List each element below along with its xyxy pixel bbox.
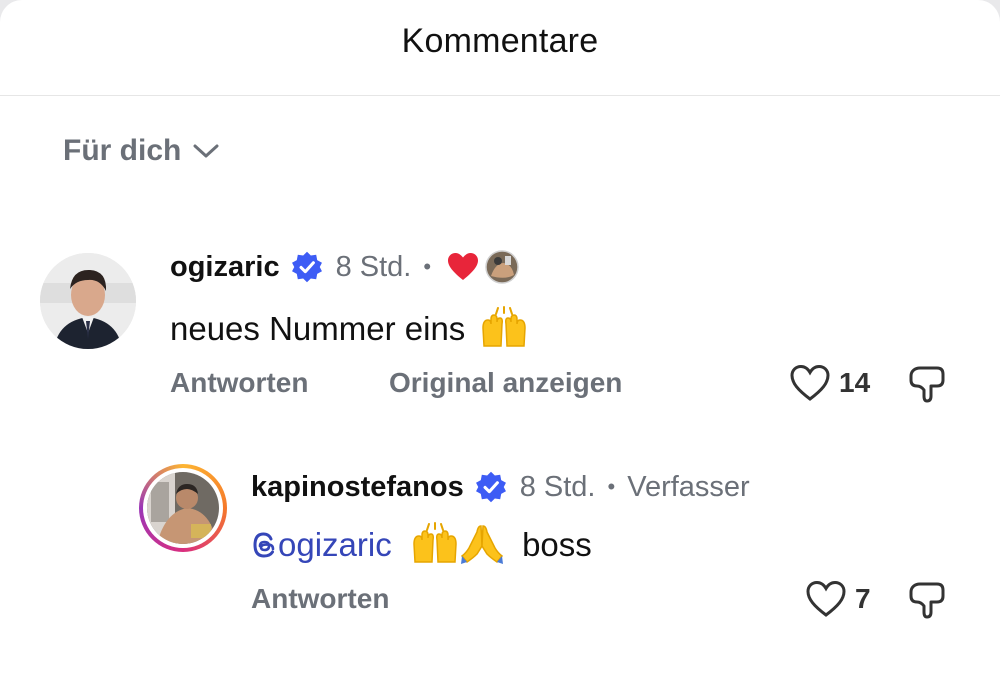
reply-header: kapinostefanos 8 Std. • Verfasser [251, 470, 750, 504]
dislike-icon [909, 582, 945, 619]
like-count: 14 [839, 367, 871, 398]
sort-filter-label: Für dich [63, 134, 182, 167]
verified-badge-icon [291, 251, 322, 283]
threads-at-icon [253, 532, 275, 558]
folded-hands-emoji-icon [460, 525, 503, 565]
like-count: 7 [855, 583, 871, 614]
reply-button[interactable]: Antworten [251, 583, 389, 615]
reply-username[interactable]: kapinostefanos [251, 471, 464, 504]
raising-hands-emoji-icon [482, 306, 527, 348]
mention-username: ogizaric [278, 526, 392, 563]
sheet-header: Kommentare [0, 0, 1000, 96]
chevron-down-icon [193, 144, 219, 158]
avatar-kapinostefanos[interactable] [139, 464, 227, 552]
avatar-ogizaric[interactable] [40, 253, 136, 349]
dislike-button[interactable] [907, 580, 947, 625]
comment-header: ogizaric 8 Std. • [170, 250, 519, 284]
comment-time: 8 Std. [335, 250, 412, 283]
reply-button[interactable]: Antworten [170, 367, 308, 399]
sheet-title: Kommentare [401, 22, 599, 60]
author-tag: Verfasser [627, 470, 750, 503]
heart-icon [806, 580, 846, 617]
like-button[interactable]: 14 [789, 364, 870, 402]
separator-dot: • [607, 474, 616, 499]
creator-avatar-mini [485, 250, 519, 284]
sort-filter-dropdown[interactable]: Für dich [63, 134, 219, 168]
like-button[interactable]: 7 [805, 580, 871, 618]
reply-time: 8 Std. [519, 470, 596, 503]
verified-badge-icon [475, 471, 506, 503]
raising-hands-emoji-icon [413, 522, 457, 564]
separator-dot: • [423, 254, 432, 279]
comments-sheet: Kommentare Für dich ogizaric 8 Std. • ne… [0, 0, 1000, 686]
avatar-photo [40, 253, 136, 349]
comment-text: neues Nummer eins [170, 310, 466, 347]
heart-icon [790, 364, 830, 401]
avatar-photo [147, 472, 219, 544]
reply-text: boss [522, 526, 592, 563]
dislike-button[interactable] [907, 364, 947, 409]
reply-body: ogizaric boss [251, 522, 592, 565]
comment-body: neues Nummer eins [170, 306, 528, 348]
creator-liked-heart-icon [448, 253, 479, 280]
mention-link[interactable]: ogizaric [251, 526, 392, 563]
dislike-icon [909, 366, 945, 403]
show-original-button[interactable]: Original anzeigen [389, 367, 622, 399]
comment-username[interactable]: ogizaric [170, 251, 280, 284]
